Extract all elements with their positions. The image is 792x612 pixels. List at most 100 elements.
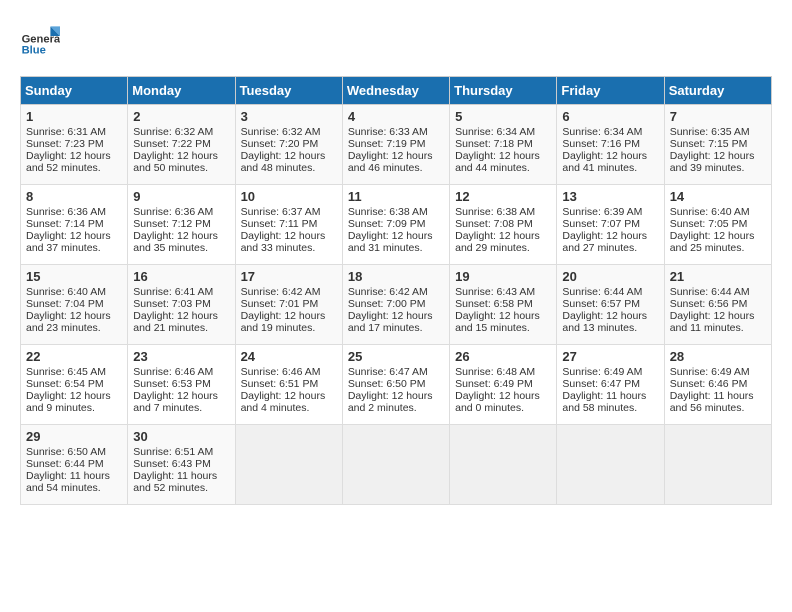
day-number: 3 (241, 109, 337, 124)
sunset-label: Sunset: 6:44 PM (26, 458, 104, 470)
daylight-label: Daylight: 12 hours and 17 minutes. (348, 310, 433, 334)
daylight-label: Daylight: 12 hours and 50 minutes. (133, 150, 218, 174)
day-number: 28 (670, 349, 766, 364)
day-number: 9 (133, 189, 229, 204)
sunrise-label: Sunrise: 6:33 AM (348, 126, 428, 138)
day-number: 17 (241, 269, 337, 284)
day-number: 4 (348, 109, 444, 124)
sunset-label: Sunset: 6:49 PM (455, 378, 533, 390)
sunset-label: Sunset: 6:56 PM (670, 298, 748, 310)
calendar-cell-18: 18Sunrise: 6:42 AMSunset: 7:00 PMDayligh… (342, 265, 449, 345)
daylight-label: Daylight: 12 hours and 4 minutes. (241, 390, 326, 414)
day-number: 22 (26, 349, 122, 364)
day-header-sunday: Sunday (21, 77, 128, 105)
sunset-label: Sunset: 6:53 PM (133, 378, 211, 390)
sunrise-label: Sunrise: 6:41 AM (133, 286, 213, 298)
sunrise-label: Sunrise: 6:50 AM (26, 446, 106, 458)
day-number: 1 (26, 109, 122, 124)
sunrise-label: Sunrise: 6:44 AM (562, 286, 642, 298)
sunset-label: Sunset: 7:07 PM (562, 218, 640, 230)
sunset-label: Sunset: 7:14 PM (26, 218, 104, 230)
daylight-label: Daylight: 12 hours and 9 minutes. (26, 390, 111, 414)
sunrise-label: Sunrise: 6:38 AM (348, 206, 428, 218)
calendar-cell-20: 20Sunrise: 6:44 AMSunset: 6:57 PMDayligh… (557, 265, 664, 345)
sunset-label: Sunset: 7:01 PM (241, 298, 319, 310)
sunrise-label: Sunrise: 6:36 AM (26, 206, 106, 218)
calendar-row: 15Sunrise: 6:40 AMSunset: 7:04 PMDayligh… (21, 265, 772, 345)
daylight-label: Daylight: 12 hours and 31 minutes. (348, 230, 433, 254)
daylight-label: Daylight: 12 hours and 44 minutes. (455, 150, 540, 174)
sunrise-label: Sunrise: 6:49 AM (670, 366, 750, 378)
day-number: 29 (26, 429, 122, 444)
sunrise-label: Sunrise: 6:46 AM (241, 366, 321, 378)
sunset-label: Sunset: 7:15 PM (670, 138, 748, 150)
sunrise-label: Sunrise: 6:36 AM (133, 206, 213, 218)
calendar-cell-11: 11 Sunrise: 6:38 AMSunset: 7:09 PMDayligh… (342, 185, 449, 265)
day-number: 20 (562, 269, 658, 284)
calendar-row: 8Sunrise: 6:36 AMSunset: 7:14 PMDaylight… (21, 185, 772, 265)
sunrise-label: Sunrise: 6:34 AM (455, 126, 535, 138)
sunset-label: Sunset: 7:12 PM (133, 218, 211, 230)
sunrise-label: Sunrise: 6:51 AM (133, 446, 213, 458)
sunrise-label: Sunrise: 6:39 AM (562, 206, 642, 218)
daylight-label: Daylight: 12 hours and 25 minutes. (670, 230, 755, 254)
sunrise-label: Sunrise: 6:40 AM (26, 286, 106, 298)
day-number: 26 (455, 349, 551, 364)
daylight-label: Daylight: 12 hours and 27 minutes. (562, 230, 647, 254)
day-number: 11 (348, 189, 444, 204)
calendar-cell-9: 9 Sunrise: 6:36 AMSunset: 7:12 PMDaylight… (128, 185, 235, 265)
calendar-cell-empty (235, 425, 342, 505)
sunset-label: Sunset: 7:18 PM (455, 138, 533, 150)
calendar-cell-23: 23Sunrise: 6:46 AMSunset: 6:53 PMDayligh… (128, 345, 235, 425)
daylight-label: Daylight: 12 hours and 39 minutes. (670, 150, 755, 174)
calendar-row: 22Sunrise: 6:45 AMSunset: 6:54 PMDayligh… (21, 345, 772, 425)
logo-icon: General Blue (20, 20, 60, 60)
daylight-label: Daylight: 12 hours and 29 minutes. (455, 230, 540, 254)
sunrise-label: Sunrise: 6:49 AM (562, 366, 642, 378)
day-number: 5 (455, 109, 551, 124)
daylight-label: Daylight: 12 hours and 35 minutes. (133, 230, 218, 254)
calendar-cell-3: 3Sunrise: 6:32 AMSunset: 7:20 PMDaylight… (235, 105, 342, 185)
day-header-tuesday: Tuesday (235, 77, 342, 105)
day-number: 23 (133, 349, 229, 364)
calendar-row: 1Sunrise: 6:31 AMSunset: 7:23 PMDaylight… (21, 105, 772, 185)
calendar-cell-29: 29Sunrise: 6:50 AMSunset: 6:44 PMDayligh… (21, 425, 128, 505)
sunset-label: Sunset: 6:54 PM (26, 378, 104, 390)
day-header-wednesday: Wednesday (342, 77, 449, 105)
calendar-body: 1Sunrise: 6:31 AMSunset: 7:23 PMDaylight… (21, 105, 772, 505)
day-number: 30 (133, 429, 229, 444)
sunrise-label: Sunrise: 6:37 AM (241, 206, 321, 218)
calendar-cell-13: 13Sunrise: 6:39 AMSunset: 7:07 PMDayligh… (557, 185, 664, 265)
sunset-label: Sunset: 7:09 PM (348, 218, 426, 230)
sunset-label: Sunset: 6:47 PM (562, 378, 640, 390)
sunrise-label: Sunrise: 6:48 AM (455, 366, 535, 378)
sunset-label: Sunset: 6:50 PM (348, 378, 426, 390)
calendar-cell-empty (664, 425, 771, 505)
daylight-label: Daylight: 12 hours and 23 minutes. (26, 310, 111, 334)
daylight-label: Daylight: 12 hours and 37 minutes. (26, 230, 111, 254)
daylight-label: Daylight: 11 hours and 52 minutes. (133, 470, 217, 494)
sunset-label: Sunset: 7:08 PM (455, 218, 533, 230)
day-number: 8 (26, 189, 122, 204)
day-number: 14 (670, 189, 766, 204)
daylight-label: Daylight: 12 hours and 33 minutes. (241, 230, 326, 254)
calendar-cell-25: 25Sunrise: 6:47 AMSunset: 6:50 PMDayligh… (342, 345, 449, 425)
calendar-cell-27: 27Sunrise: 6:49 AMSunset: 6:47 PMDayligh… (557, 345, 664, 425)
sunrise-label: Sunrise: 6:46 AM (133, 366, 213, 378)
sunrise-label: Sunrise: 6:47 AM (348, 366, 428, 378)
day-number: 10 (241, 189, 337, 204)
calendar-cell-7: 7Sunrise: 6:35 AMSunset: 7:15 PMDaylight… (664, 105, 771, 185)
daylight-label: Daylight: 11 hours and 56 minutes. (670, 390, 754, 414)
day-header-saturday: Saturday (664, 77, 771, 105)
daylight-label: Daylight: 12 hours and 0 minutes. (455, 390, 540, 414)
day-number: 12 (455, 189, 551, 204)
calendar-cell-14: 14Sunrise: 6:40 AMSunset: 7:05 PMDayligh… (664, 185, 771, 265)
day-number: 21 (670, 269, 766, 284)
calendar-cell-1: 1Sunrise: 6:31 AMSunset: 7:23 PMDaylight… (21, 105, 128, 185)
day-number: 6 (562, 109, 658, 124)
calendar-header-row: SundayMondayTuesdayWednesdayThursdayFrid… (21, 77, 772, 105)
logo: General Blue (20, 20, 60, 60)
day-number: 2 (133, 109, 229, 124)
day-number: 16 (133, 269, 229, 284)
sunrise-label: Sunrise: 6:34 AM (562, 126, 642, 138)
